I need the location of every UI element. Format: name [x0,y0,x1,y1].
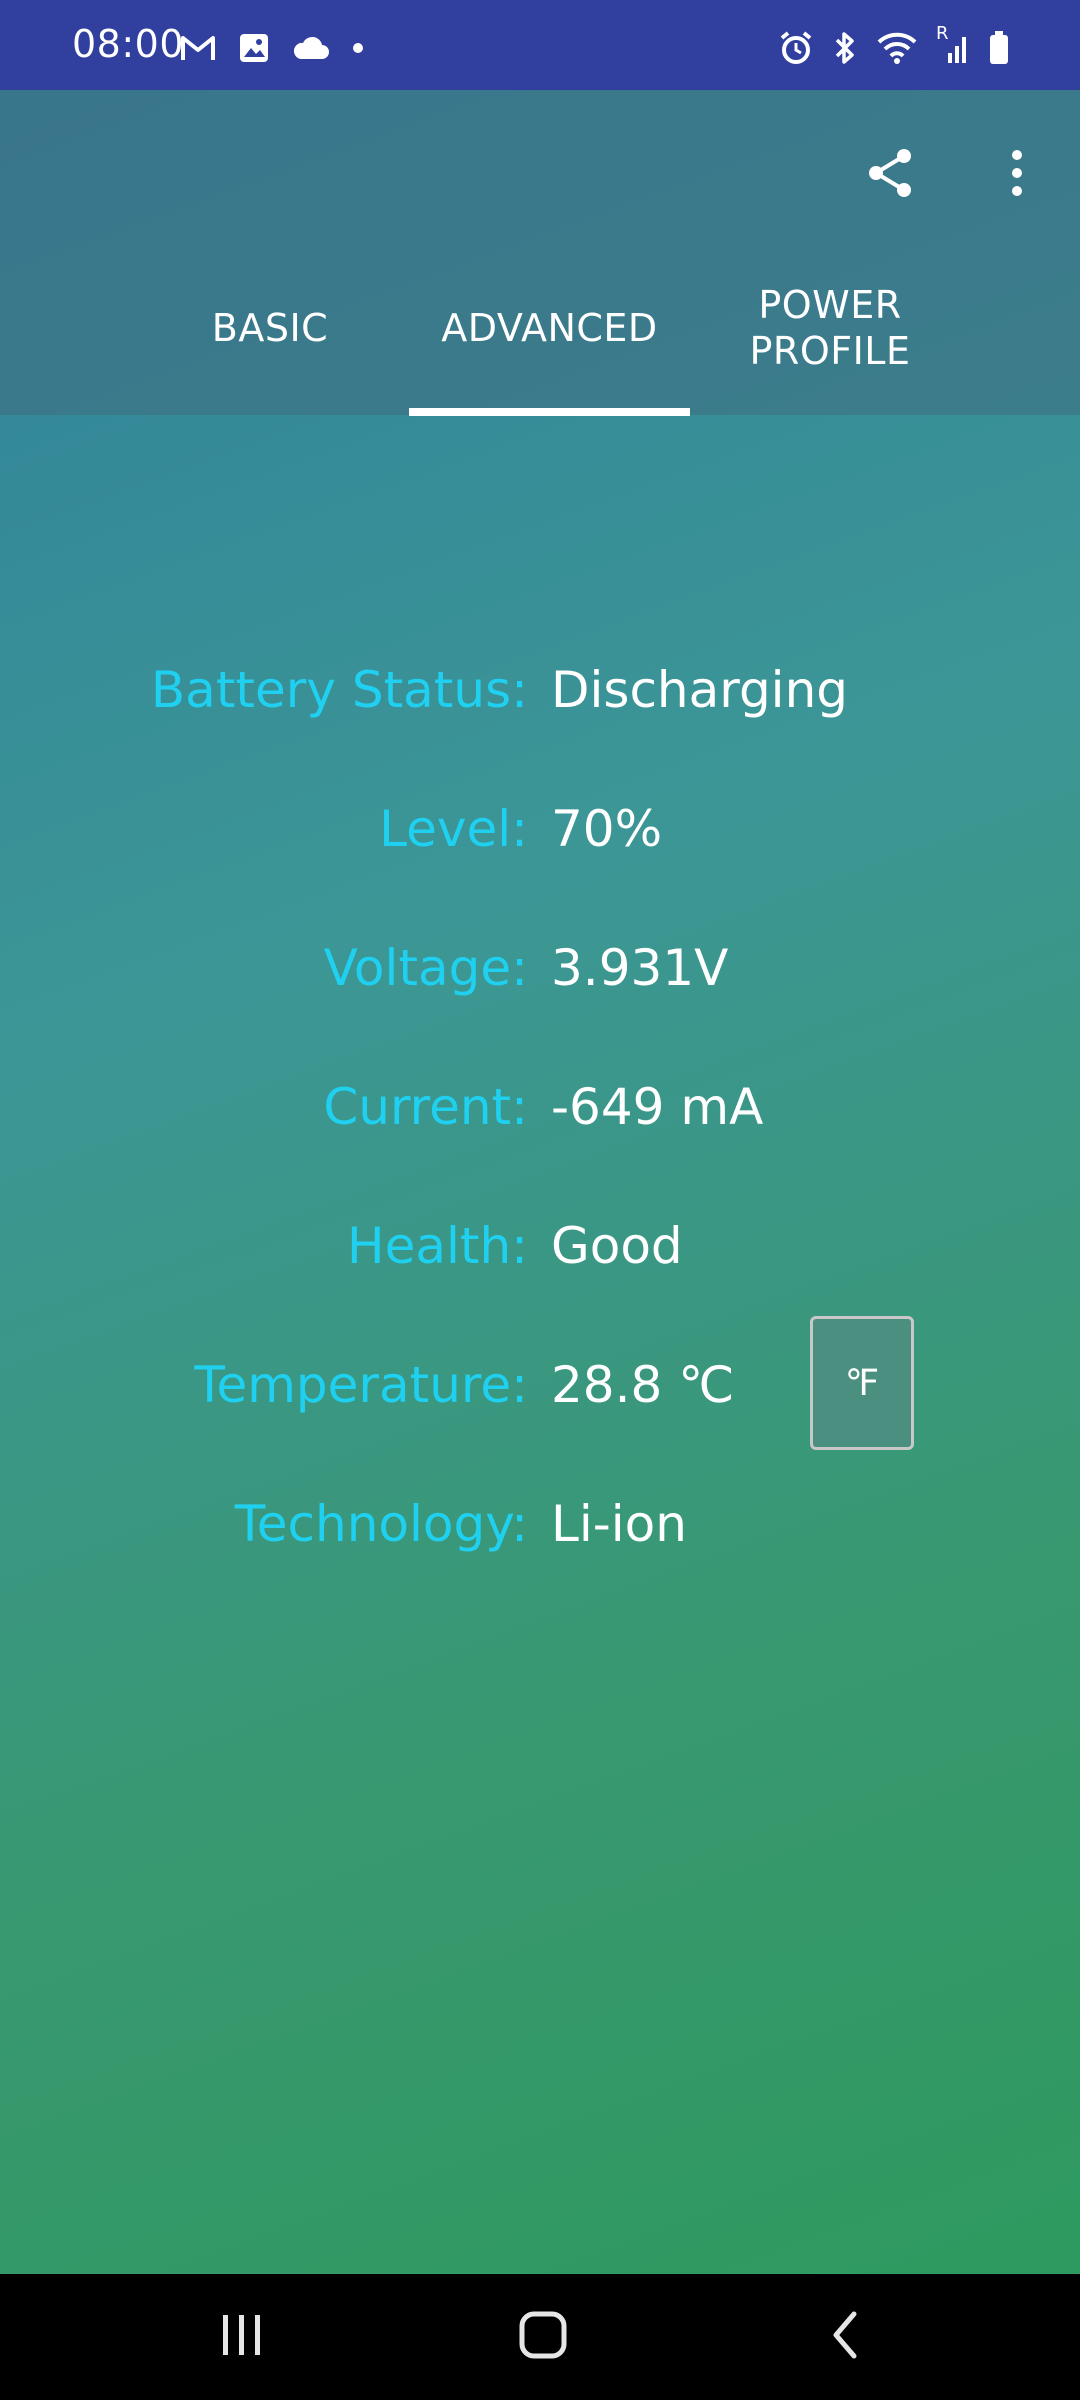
current-value: -649 mA [551,1078,764,1136]
battery-status-value: Discharging [551,661,848,719]
app-bar: BASIC ADVANCED POWER PROFILE [0,90,1080,416]
gmail-icon [180,33,216,63]
cloud-icon [292,35,330,61]
level-label: Level: [379,800,528,858]
tab-power-line1: POWER [758,282,902,327]
alarm-icon [778,30,814,66]
battery-icon [988,30,1010,66]
share-button[interactable] [845,130,935,220]
more-options-button[interactable] [972,130,1062,220]
gallery-icon [238,32,270,64]
back-icon [828,2310,862,2364]
wifi-icon [876,31,918,65]
share-icon [862,145,918,205]
battery-status-label: Battery Status: [150,661,528,719]
roaming-label: R [936,23,949,44]
battery-status-row: Battery Status: Discharging [0,650,1080,730]
tab-basic-label: BASIC [211,305,329,350]
home-button[interactable] [493,2302,593,2372]
tab-advanced-label: ADVANCED [441,305,658,350]
temperature-row: Temperature: 28.8 ℃ [0,1345,1080,1425]
fahrenheit-label: ℉ [844,1362,880,1404]
level-row: Level: 70% [0,789,1080,869]
fahrenheit-toggle-button[interactable]: ℉ [810,1316,914,1450]
health-value: Good [551,1217,683,1275]
tab-power-profile-label: POWER PROFILE [750,282,911,374]
tab-bar: BASIC ADVANCED POWER PROFILE [0,240,1080,415]
status-bar: 08:00 R [0,0,1080,90]
back-button[interactable] [795,2302,895,2372]
recents-button[interactable] [192,2302,292,2372]
recents-icon [219,2312,265,2362]
tab-power-profile[interactable]: POWER PROFILE [710,240,950,415]
level-value: 70% [551,800,663,858]
technology-row: Technology: Li-ion [0,1484,1080,1564]
tab-basic[interactable]: BASIC [160,240,380,415]
tab-advanced[interactable]: ADVANCED [409,240,690,415]
temperature-value: 28.8 ℃ [551,1356,735,1414]
technology-label: Technology: [234,1495,528,1553]
tab-power-line2: PROFILE [749,328,911,373]
current-label: Current: [323,1078,528,1136]
bluetooth-icon [832,30,858,66]
voltage-label: Voltage: [323,939,528,997]
navigation-bar [0,2274,1080,2400]
health-row: Health: Good [0,1206,1080,1286]
notification-icons [180,28,364,68]
voltage-row: Voltage: 3.931V [0,928,1080,1008]
technology-value: Li-ion [551,1495,687,1553]
system-icons: R [778,23,1010,70]
more-vert-icon [1010,149,1024,201]
home-icon [518,2310,568,2364]
voltage-value: 3.931V [551,939,729,997]
status-time: 08:00 [72,22,185,66]
dot-icon [352,42,364,54]
current-row: Current: -649 mA [0,1067,1080,1147]
health-label: Health: [346,1217,528,1275]
temperature-label: Temperature: [194,1356,528,1414]
selected-tab-indicator [409,408,690,416]
signal-icon: R [936,23,970,65]
